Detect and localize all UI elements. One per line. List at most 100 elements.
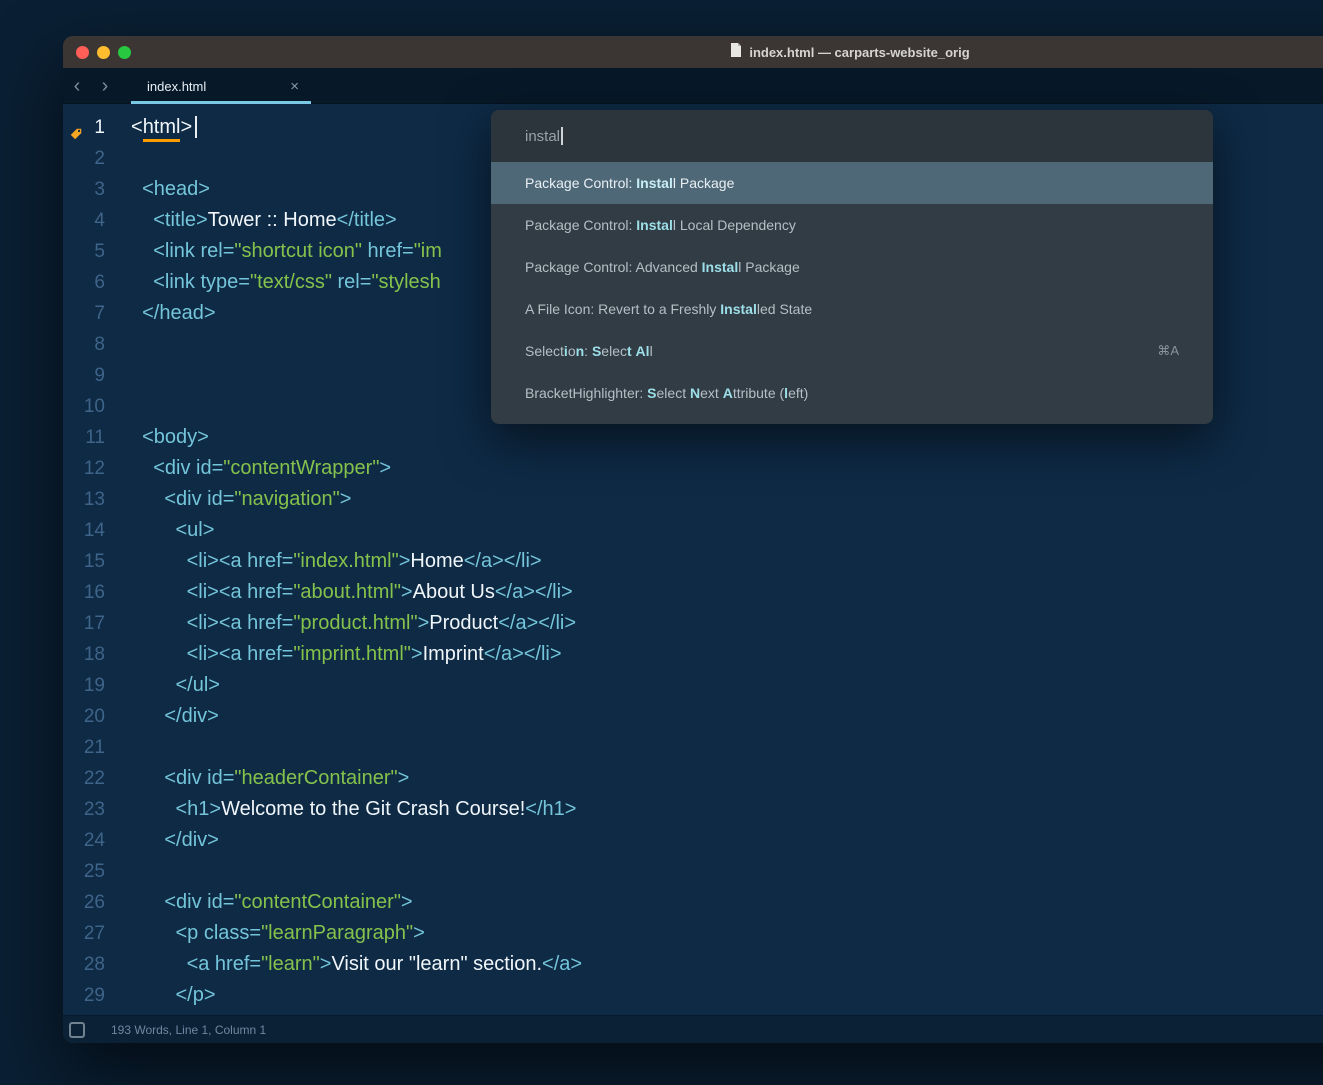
line-number: 25	[84, 861, 105, 882]
code-token: "learn"	[261, 953, 320, 975]
command-palette: instal Package Control: Install Package P…	[491, 110, 1213, 424]
code-token: </a></li>	[464, 550, 542, 572]
code-line[interactable]: 27 <p class="learnParagraph">	[63, 918, 1323, 949]
code-text: <li><a href="index.html">Home</a></li>	[121, 546, 542, 577]
code-token: </p>	[131, 984, 216, 1006]
line-number: 15	[84, 551, 105, 572]
gutter-cell: 16	[63, 577, 121, 608]
code-token: "text/css"	[250, 271, 332, 293]
palette-item[interactable]: BracketHighlighter: Select Next Attribut…	[491, 372, 1213, 414]
code-line[interactable]: 21	[63, 732, 1323, 763]
tab-bar: ‹ › index.html ×	[63, 68, 1323, 104]
gutter-cell: 23	[63, 794, 121, 825]
code-text: <h1>Welcome to the Git Crash Course!</h1…	[121, 794, 576, 825]
code-token: <li><a href=	[131, 550, 293, 572]
gutter-cell: 21	[63, 732, 121, 763]
code-token: </a></li>	[495, 581, 573, 603]
line-number: 8	[94, 334, 105, 355]
palette-item[interactable]: Package Control: Advanced Install Packag…	[491, 246, 1213, 288]
gutter-cell: 1	[63, 112, 121, 143]
bookmark-icon	[69, 120, 83, 134]
code-token: </div>	[131, 829, 219, 851]
palette-item-text: Selection: Select All	[525, 343, 653, 359]
gutter-cell: 25	[63, 856, 121, 887]
code-line[interactable]: 24 </div>	[63, 825, 1323, 856]
code-line[interactable]: 22 <div id="headerContainer">	[63, 763, 1323, 794]
code-text: </head>	[121, 298, 216, 329]
code-token: Tower :: Home	[208, 209, 337, 231]
gutter-cell: 19	[63, 670, 121, 701]
code-line[interactable]: 11 <body>	[63, 422, 1323, 453]
line-number: 7	[94, 303, 105, 324]
line-number: 11	[85, 427, 105, 448]
chevron-right-icon: ›	[102, 75, 109, 97]
code-token: <head>	[131, 178, 210, 200]
code-token: <	[131, 116, 143, 138]
code-text: <div id="navigation">	[121, 484, 351, 515]
palette-item[interactable]: A File Icon: Revert to a Freshly Install…	[491, 288, 1213, 330]
code-line[interactable]: 29 </p>	[63, 980, 1323, 1011]
code-token: >	[411, 643, 423, 665]
gutter-cell: 15	[63, 546, 121, 577]
code-token: <title>	[131, 209, 208, 231]
palette-item[interactable]: Package Control: Install Package	[491, 162, 1213, 204]
palette-item-text: Package Control: Install Package	[525, 175, 734, 191]
code-token: </a></li>	[498, 612, 576, 634]
code-line[interactable]: 28 <a href="learn">Visit our "learn" sec…	[63, 949, 1323, 980]
palette-item[interactable]: Selection: Select All⌘A	[491, 330, 1213, 372]
code-token: <ul>	[131, 519, 214, 541]
code-line[interactable]: 18 <li><a href="imprint.html">Imprint</a…	[63, 639, 1323, 670]
title-bar[interactable]: index.html — carparts-website_orig	[63, 36, 1323, 68]
gutter-cell: 2	[63, 143, 121, 174]
code-token: About Us	[413, 581, 495, 603]
tab-close-icon[interactable]: ×	[290, 78, 299, 95]
code-token: <div id=	[131, 488, 234, 510]
code-line[interactable]: 12 <div id="contentWrapper">	[63, 453, 1323, 484]
code-token: <h1>	[131, 798, 221, 820]
tab-index-html[interactable]: index.html ×	[131, 68, 311, 104]
line-number: 27	[84, 923, 105, 944]
line-number: 19	[84, 675, 105, 696]
code-line[interactable]: 23 <h1>Welcome to the Git Crash Course!<…	[63, 794, 1323, 825]
code-token: "navigation"	[234, 488, 339, 510]
code-line[interactable]: 14 <ul>	[63, 515, 1323, 546]
code-line[interactable]: 26 <div id="contentContainer">	[63, 887, 1323, 918]
forward-button[interactable]: ›	[91, 68, 119, 104]
gutter-cell: 7	[63, 298, 121, 329]
code-line[interactable]: 25	[63, 856, 1323, 887]
palette-item[interactable]: Package Control: Install Local Dependenc…	[491, 204, 1213, 246]
code-text: <li><a href="product.html">Product</a></…	[121, 608, 576, 639]
code-token: >	[340, 488, 352, 510]
tab-label: index.html	[147, 79, 206, 94]
back-button[interactable]: ‹	[63, 68, 91, 104]
gutter-cell: 11	[63, 422, 121, 453]
code-line[interactable]: 20 </div>	[63, 701, 1323, 732]
line-number: 12	[84, 458, 105, 479]
code-token: >	[379, 457, 391, 479]
code-line[interactable]: 17 <li><a href="product.html">Product</a…	[63, 608, 1323, 639]
code-token: href=	[362, 240, 414, 262]
code-line[interactable]: 19 </ul>	[63, 670, 1323, 701]
palette-search-input[interactable]: instal	[491, 110, 1213, 162]
code-token: <body>	[131, 426, 209, 448]
code-text	[121, 732, 131, 763]
code-text	[121, 391, 131, 422]
code-token: >	[320, 953, 332, 975]
code-text: <link type="text/css" rel="stylesh	[121, 267, 441, 298]
code-token: Imprint	[423, 643, 484, 665]
code-token: "about.html"	[293, 581, 401, 603]
code-text: <ul>	[121, 515, 214, 546]
palette-caret	[561, 127, 563, 145]
gutter-cell: 26	[63, 887, 121, 918]
code-line[interactable]: 15 <li><a href="index.html">Home</a></li…	[63, 546, 1323, 577]
line-number: 6	[94, 272, 105, 293]
code-line[interactable]: 13 <div id="navigation">	[63, 484, 1323, 515]
code-token: >	[413, 922, 425, 944]
line-number: 21	[84, 737, 105, 758]
code-line[interactable]: 16 <li><a href="about.html">About Us</a>…	[63, 577, 1323, 608]
code-token: </a></li>	[484, 643, 562, 665]
code-text: </p>	[121, 980, 216, 1011]
gutter-cell: 27	[63, 918, 121, 949]
gutter-cell: 29	[63, 980, 121, 1011]
line-number: 23	[84, 799, 105, 820]
